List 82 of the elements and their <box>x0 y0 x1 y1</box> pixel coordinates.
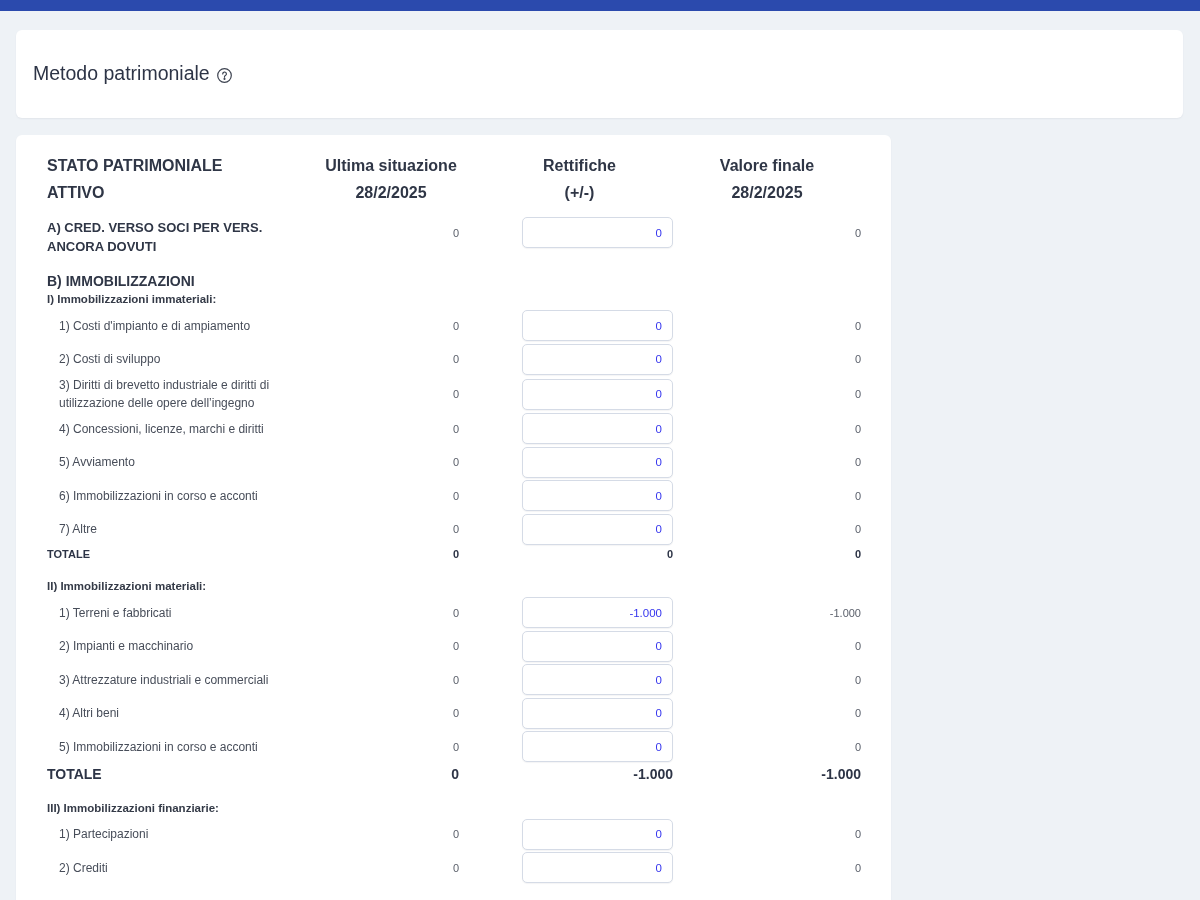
final-amount: 0 <box>854 523 861 536</box>
previous-amount: 0 <box>452 353 459 366</box>
total-amount: 0 <box>854 547 861 562</box>
adjustment-input[interactable]: 0 <box>522 480 673 512</box>
adjustment-input[interactable]: 0 <box>522 413 673 445</box>
final-amount: 0 <box>854 353 861 366</box>
previous-amount: 0 <box>452 707 459 720</box>
column-subtitle: 28/2/2025 <box>731 183 803 203</box>
column-title: STATO PATRIMONIALE <box>47 156 223 176</box>
total-label: TOTALE <box>47 548 90 560</box>
final-amount: 0 <box>854 707 861 720</box>
final-amount: 0 <box>854 640 861 653</box>
column-title: Rettifiche <box>543 156 616 176</box>
subsection-heading: I) Immobilizzazioni immateriali: <box>47 292 217 307</box>
adjustment-input[interactable]: 0 <box>522 818 673 850</box>
help-icon[interactable] <box>216 67 232 83</box>
account-label: 2) Costi di sviluppo <box>59 352 161 367</box>
adjustment-input[interactable]: 0 <box>522 343 673 375</box>
adjustment-input[interactable]: 0 <box>522 731 673 763</box>
adjustment-input[interactable]: 0 <box>522 697 673 729</box>
final-amount: 0 <box>854 740 861 753</box>
adjustment-input[interactable]: 0 <box>522 852 673 884</box>
previous-amount: 0 <box>452 226 459 239</box>
adjustment-input[interactable]: 0 <box>522 217 673 248</box>
previous-amount: 0 <box>452 489 459 502</box>
page-title: Metodo patrimoniale <box>33 61 210 86</box>
previous-amount: 0 <box>452 673 459 686</box>
adjustment-input[interactable]: 0 <box>522 513 673 545</box>
section-heading: A) CRED. VERSO SOCI PER VERS. ANCORA DOVUTI <box>47 220 263 254</box>
final-amount: 0 <box>854 226 861 239</box>
final-amount: 0 <box>854 422 861 435</box>
column-title: Valore finale <box>719 156 815 176</box>
final-amount: 0 <box>854 489 861 502</box>
total-amount: -1.000 <box>821 764 861 784</box>
final-amount: 0 <box>854 673 861 686</box>
previous-amount: 0 <box>452 319 459 332</box>
adjustment-input[interactable]: 0 <box>522 310 673 342</box>
column-subtitle: 28/2/2025 <box>355 183 427 203</box>
final-amount: 0 <box>854 861 861 874</box>
account-label: 1) Partecipazioni <box>59 827 149 842</box>
adjustment-input[interactable]: 0 <box>522 630 673 662</box>
account-label: 5) Immobilizzazioni in corso e acconti <box>59 739 258 754</box>
previous-amount: 0 <box>452 640 459 653</box>
account-label: 2) Crediti <box>59 860 108 875</box>
previous-amount: 0 <box>452 828 459 841</box>
section-heading: B) IMMOBILIZZAZIONI <box>47 272 195 291</box>
previous-amount: 0 <box>452 456 459 469</box>
column-subtitle: (+/-) <box>564 183 595 203</box>
previous-amount: 0 <box>452 388 459 400</box>
adjustment-input[interactable]: 0 <box>522 664 673 696</box>
final-amount: 0 <box>854 388 861 400</box>
previous-amount: 0 <box>452 422 459 435</box>
adjustment-input[interactable]: 0 <box>522 446 673 478</box>
final-amount: -1.000 <box>829 606 861 619</box>
total-amount: 0 <box>452 547 459 562</box>
final-amount: 0 <box>854 319 861 332</box>
previous-amount: 0 <box>452 740 459 753</box>
account-label: 1) Terreni e fabbricati <box>59 605 172 620</box>
total-amount: 0 <box>451 764 459 784</box>
total-label: TOTALE <box>47 765 102 782</box>
final-amount: 0 <box>854 456 861 469</box>
previous-amount: 0 <box>452 606 459 619</box>
total-amount: -1.000 <box>633 764 673 784</box>
subsection-heading: III) Immobilizzazioni finanziarie: <box>47 800 219 816</box>
final-amount: 0 <box>854 828 861 841</box>
account-label: 5) Avviamento <box>59 455 135 470</box>
subsection-heading: II) Immobilizzazioni materiali: <box>47 579 207 594</box>
account-label: 2) Impianti e macchinario <box>59 639 194 654</box>
column-title: Ultima situazione <box>325 156 457 176</box>
total-amount: 0 <box>666 547 673 562</box>
adjustment-input[interactable]: -1.000 <box>522 597 673 629</box>
account-label: 1) Costi d'impianto e di ampiamento <box>59 318 251 333</box>
account-label: 4) Concessioni, licenze, marchi e diritti <box>59 421 264 436</box>
account-label: 6) Immobilizzazioni in corso e acconti <box>59 488 258 503</box>
account-label: 3) Diritti di brevetto industriale e diritti di utilizzazione delle opere dell’ingegno <box>59 378 270 410</box>
account-label: 4) Altri beni <box>59 706 120 721</box>
column-subtitle: ATTIVO <box>47 183 105 203</box>
adjustment-input[interactable]: 0 <box>522 378 673 410</box>
previous-amount: 0 <box>452 861 459 874</box>
account-label: 3) Attrezzature industriali e commerciali <box>59 672 269 687</box>
account-label: 7) Altre <box>59 522 97 537</box>
previous-amount: 0 <box>452 523 459 536</box>
